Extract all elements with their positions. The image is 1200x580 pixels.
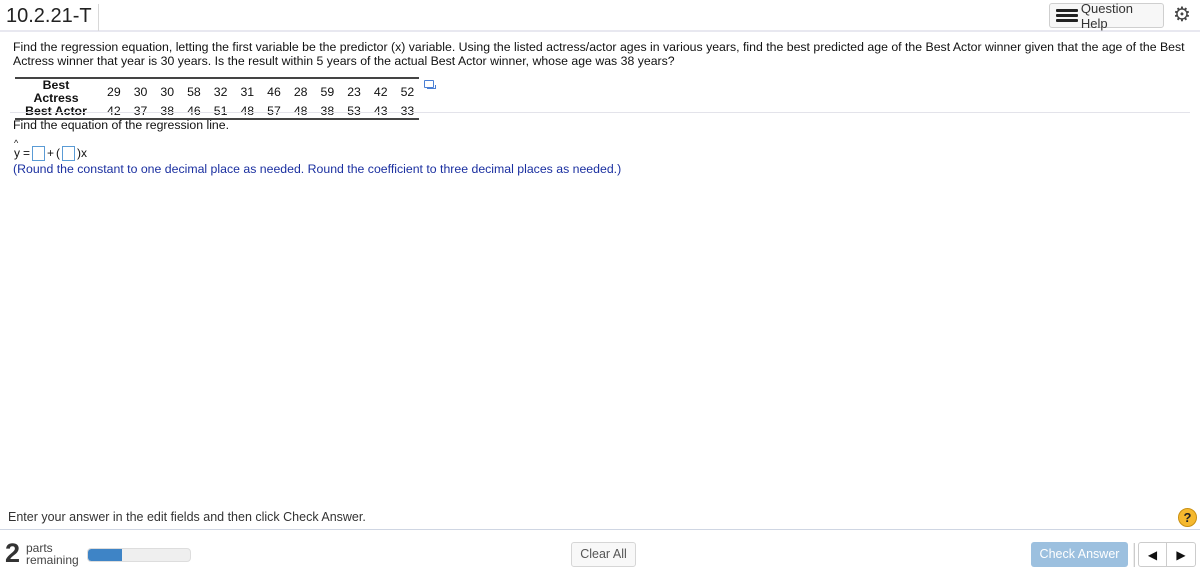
progress-fill xyxy=(88,549,122,561)
header-bar: 10.2.21-T Question Help ⚙ xyxy=(0,0,1200,32)
divider xyxy=(10,112,1190,113)
y-symbol: y xyxy=(14,146,20,160)
clear-all-button[interactable]: Clear All xyxy=(571,542,636,567)
close-paren-x: )x xyxy=(77,146,88,160)
table-cell: 42 xyxy=(373,84,388,99)
question-help-button[interactable]: Question Help xyxy=(1049,0,1164,31)
progress-bar xyxy=(87,548,191,562)
table-cell: 59 xyxy=(320,84,335,99)
question-text: Find the regression equation, letting th… xyxy=(13,40,1185,68)
list-icon xyxy=(1056,9,1078,22)
row-header: Best Actress xyxy=(33,78,79,105)
check-answer-button[interactable]: Check Answer xyxy=(1031,542,1128,567)
table-cell: 29 xyxy=(107,84,121,99)
data-table: Best Actress 29 30 30 58 32 31 46 28 59 23 42 52 Best… xyxy=(15,77,420,120)
rounding-hint: (Round the constant to one decimal place… xyxy=(13,162,622,176)
table-cell: 58 xyxy=(187,84,201,99)
table-cell: 30 xyxy=(133,84,148,99)
table-cell: 32 xyxy=(213,84,228,99)
question-nav: ◀ ▶ xyxy=(1138,542,1196,567)
parts-remaining-label: parts remaining xyxy=(26,542,79,566)
instruction-text: Enter your answer in the edit fields and… xyxy=(8,510,366,524)
question-help-label: Question Help xyxy=(1080,0,1133,31)
table-cell: 46 xyxy=(267,84,281,99)
parts-remaining-count: 2 xyxy=(5,538,21,568)
equals-sign: = xyxy=(23,146,31,160)
regression-equation: ^ y = + ( )x xyxy=(13,138,88,161)
table-row: Best Actress 29 30 30 58 32 31 46 28 59 23 42 52 xyxy=(15,78,419,105)
table-cell: 30 xyxy=(160,84,175,99)
table-cell: 52 xyxy=(400,84,415,99)
table-cell: 23 xyxy=(347,84,361,99)
previous-button[interactable]: ◀ xyxy=(1139,543,1168,566)
plus-sign: + xyxy=(47,146,55,160)
button-separator xyxy=(1133,543,1135,567)
footer-divider xyxy=(0,529,1200,530)
open-paren: ( xyxy=(56,146,61,160)
table-cell: 28 xyxy=(293,84,308,99)
gear-icon[interactable]: ⚙ xyxy=(1172,5,1192,25)
next-button[interactable]: ▶ xyxy=(1167,543,1195,566)
table-cell: 31 xyxy=(240,84,255,99)
constant-input[interactable] xyxy=(32,145,46,161)
part-prompt: Find the equation of the regression line… xyxy=(13,118,230,132)
copy-data-icon[interactable] xyxy=(424,80,436,89)
remaining-label: remaining xyxy=(26,553,79,567)
y-hat-symbol: ^ y xyxy=(13,138,21,160)
hat-symbol: ^ xyxy=(14,138,19,148)
help-icon[interactable]: ? xyxy=(1178,508,1197,527)
question-id: 10.2.21-T xyxy=(6,4,99,31)
coefficient-input[interactable] xyxy=(62,145,76,161)
